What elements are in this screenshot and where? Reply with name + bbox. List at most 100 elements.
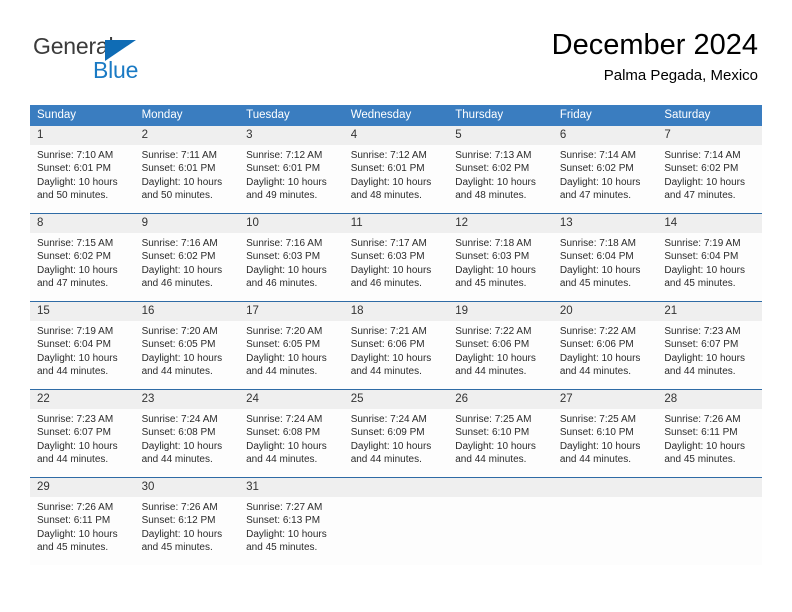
daylight-text: Daylight: 10 hours and 44 minutes. xyxy=(455,440,536,466)
sunrise-text: Sunrise: 7:24 AM xyxy=(246,414,323,425)
day-cell[interactable]: Sunrise: 7:25 AM Sunset: 6:10 PM Dayligh… xyxy=(448,409,553,478)
day-cell[interactable]: Sunrise: 7:22 AM Sunset: 6:06 PM Dayligh… xyxy=(552,321,658,390)
sunset-text: Sunset: 6:01 PM xyxy=(246,163,321,175)
day-cell[interactable]: Sunrise: 7:26 AM Sunset: 6:11 PM Dayligh… xyxy=(30,497,135,565)
day-cell[interactable]: Sunrise: 7:14 AM Sunset: 6:02 PM Dayligh… xyxy=(657,145,762,214)
sunset-text: Sunset: 6:02 PM xyxy=(141,251,216,263)
sunset-text: Sunset: 6:05 PM xyxy=(246,339,321,351)
day-cell[interactable]: Sunrise: 7:16 AM Sunset: 6:03 PM Dayligh… xyxy=(239,233,344,302)
day-cell[interactable]: Sunrise: 7:27 AM Sunset: 6:13 PM Dayligh… xyxy=(239,497,344,565)
day-number[interactable]: 12 xyxy=(448,213,553,233)
daylight-text: Daylight: 10 hours and 45 minutes. xyxy=(141,528,223,554)
day-number[interactable]: 26 xyxy=(448,389,553,409)
day-cell[interactable]: Sunrise: 7:22 AM Sunset: 6:06 PM Dayligh… xyxy=(448,321,553,390)
day-cell[interactable]: Sunrise: 7:12 AM Sunset: 6:01 PM Dayligh… xyxy=(343,145,449,214)
day-number-empty xyxy=(448,477,553,497)
day-number[interactable]: 3 xyxy=(239,126,344,145)
day-number[interactable]: 17 xyxy=(239,301,344,321)
day-number-row: 8 9 10 11 12 13 14 xyxy=(30,213,762,233)
day-number[interactable]: 30 xyxy=(134,477,240,497)
day-number[interactable]: 4 xyxy=(343,126,449,145)
day-number[interactable]: 18 xyxy=(343,301,449,321)
day-number[interactable]: 11 xyxy=(343,213,449,233)
daylight-text: Daylight: 10 hours and 44 minutes. xyxy=(141,440,223,466)
day-cell[interactable]: Sunrise: 7:25 AM Sunset: 6:10 PM Dayligh… xyxy=(552,409,658,478)
day-cell[interactable]: Sunrise: 7:20 AM Sunset: 6:05 PM Dayligh… xyxy=(134,321,240,390)
day-number[interactable]: 7 xyxy=(657,126,762,145)
day-cell[interactable]: Sunrise: 7:15 AM Sunset: 6:02 PM Dayligh… xyxy=(30,233,135,302)
day-number[interactable]: 27 xyxy=(552,389,658,409)
day-cell[interactable]: Sunrise: 7:24 AM Sunset: 6:08 PM Dayligh… xyxy=(239,409,344,478)
day-number[interactable]: 23 xyxy=(134,389,240,409)
daylight-text: Daylight: 10 hours and 48 minutes. xyxy=(350,176,432,202)
day-number[interactable]: 19 xyxy=(448,301,553,321)
day-number[interactable]: 25 xyxy=(343,389,449,409)
day-cell[interactable]: Sunrise: 7:11 AM Sunset: 6:01 PM Dayligh… xyxy=(134,145,240,214)
day-number[interactable]: 16 xyxy=(134,301,240,321)
day-info-row: Sunrise: 7:19 AM Sunset: 6:04 PM Dayligh… xyxy=(30,321,762,390)
day-cell[interactable]: Sunrise: 7:23 AM Sunset: 6:07 PM Dayligh… xyxy=(30,409,135,478)
day-number-empty xyxy=(552,477,658,497)
empty-day-cell xyxy=(657,497,762,565)
sunrise-text: Sunrise: 7:13 AM xyxy=(455,150,532,161)
day-cell[interactable]: Sunrise: 7:21 AM Sunset: 6:06 PM Dayligh… xyxy=(343,321,449,390)
day-number-empty xyxy=(343,477,449,497)
day-number[interactable]: 21 xyxy=(657,301,762,321)
day-cell[interactable]: Sunrise: 7:18 AM Sunset: 6:03 PM Dayligh… xyxy=(448,233,553,302)
day-cell[interactable]: Sunrise: 7:13 AM Sunset: 6:02 PM Dayligh… xyxy=(448,145,553,214)
sunrise-text: Sunrise: 7:14 AM xyxy=(664,150,741,161)
day-cell[interactable]: Sunrise: 7:23 AM Sunset: 6:07 PM Dayligh… xyxy=(657,321,762,390)
day-number[interactable]: 6 xyxy=(552,126,658,145)
weekday-header-row: Sunday Monday Tuesday Wednesday Thursday… xyxy=(30,105,762,126)
day-cell[interactable]: Sunrise: 7:20 AM Sunset: 6:05 PM Dayligh… xyxy=(239,321,344,390)
calendar-page: General Blue December 2024 Palma Pegada,… xyxy=(0,0,792,612)
generalblue-logo: General Blue xyxy=(33,33,233,91)
day-number[interactable]: 1 xyxy=(30,126,135,145)
day-cell[interactable]: Sunrise: 7:24 AM Sunset: 6:09 PM Dayligh… xyxy=(343,409,449,478)
day-cell[interactable]: Sunrise: 7:26 AM Sunset: 6:11 PM Dayligh… xyxy=(657,409,762,478)
day-number[interactable]: 5 xyxy=(448,126,553,145)
day-cell[interactable]: Sunrise: 7:16 AM Sunset: 6:02 PM Dayligh… xyxy=(134,233,240,302)
day-number[interactable]: 13 xyxy=(552,213,658,233)
day-cell[interactable]: Sunrise: 7:19 AM Sunset: 6:04 PM Dayligh… xyxy=(30,321,135,390)
daylight-text: Daylight: 10 hours and 45 minutes. xyxy=(37,528,118,554)
day-number[interactable]: 29 xyxy=(30,477,135,497)
day-number[interactable]: 9 xyxy=(134,213,240,233)
sunset-text: Sunset: 6:03 PM xyxy=(455,251,530,263)
day-number[interactable]: 8 xyxy=(30,213,135,233)
day-number[interactable]: 28 xyxy=(657,389,762,409)
day-cell[interactable]: Sunrise: 7:26 AM Sunset: 6:12 PM Dayligh… xyxy=(134,497,240,565)
sunset-text: Sunset: 6:11 PM xyxy=(664,427,738,439)
daylight-text: Daylight: 10 hours and 46 minutes. xyxy=(350,264,432,290)
sunrise-text: Sunrise: 7:26 AM xyxy=(37,502,114,513)
page-title: December 2024 xyxy=(551,29,758,61)
sunrise-text: Sunrise: 7:16 AM xyxy=(141,238,218,249)
day-number[interactable]: 15 xyxy=(30,301,135,321)
day-number-row: 22 23 24 25 26 27 28 xyxy=(30,389,762,409)
day-cell[interactable]: Sunrise: 7:17 AM Sunset: 6:03 PM Dayligh… xyxy=(343,233,449,302)
sunset-text: Sunset: 6:12 PM xyxy=(141,515,216,527)
day-number[interactable]: 22 xyxy=(30,389,135,409)
day-number[interactable]: 20 xyxy=(552,301,658,321)
weekday-header-friday: Friday xyxy=(552,105,658,126)
day-number[interactable]: 10 xyxy=(239,213,344,233)
day-number[interactable]: 14 xyxy=(657,213,762,233)
day-cell[interactable]: Sunrise: 7:19 AM Sunset: 6:04 PM Dayligh… xyxy=(657,233,762,302)
daylight-text: Daylight: 10 hours and 47 minutes. xyxy=(664,176,745,202)
daylight-text: Daylight: 10 hours and 44 minutes. xyxy=(350,440,432,466)
sunset-text: Sunset: 6:02 PM xyxy=(559,163,634,175)
day-info-row: Sunrise: 7:26 AM Sunset: 6:11 PM Dayligh… xyxy=(30,497,762,565)
day-number[interactable]: 24 xyxy=(239,389,344,409)
day-info-row: Sunrise: 7:23 AM Sunset: 6:07 PM Dayligh… xyxy=(30,409,762,478)
day-number-empty xyxy=(657,477,762,497)
day-cell[interactable]: Sunrise: 7:24 AM Sunset: 6:08 PM Dayligh… xyxy=(134,409,240,478)
day-cell[interactable]: Sunrise: 7:12 AM Sunset: 6:01 PM Dayligh… xyxy=(239,145,344,214)
sunset-text: Sunset: 6:08 PM xyxy=(246,427,321,439)
day-cell[interactable]: Sunrise: 7:18 AM Sunset: 6:04 PM Dayligh… xyxy=(552,233,658,302)
empty-day-cell xyxy=(448,497,553,565)
day-number[interactable]: 2 xyxy=(134,126,240,145)
title-block: December 2024 Palma Pegada, Mexico xyxy=(552,28,758,86)
day-number[interactable]: 31 xyxy=(239,477,344,497)
day-cell[interactable]: Sunrise: 7:10 AM Sunset: 6:01 PM Dayligh… xyxy=(30,145,135,214)
day-cell[interactable]: Sunrise: 7:14 AM Sunset: 6:02 PM Dayligh… xyxy=(552,145,658,214)
